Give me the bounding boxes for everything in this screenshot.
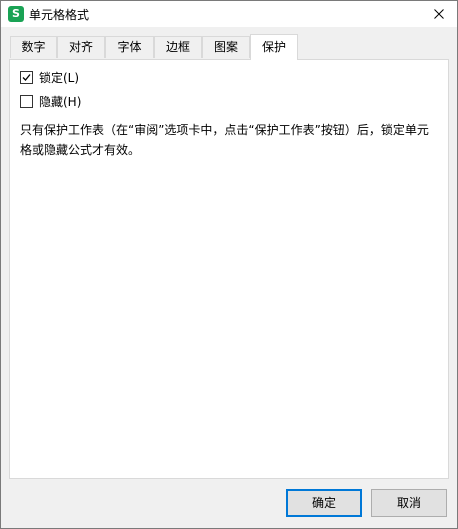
locked-label: 锁定(L) [39,70,80,85]
tab-protection[interactable]: 保护 [250,34,298,60]
locked-checkbox[interactable] [20,70,33,84]
hidden-checkbox[interactable] [20,94,33,108]
cancel-button[interactable]: 取消 [371,489,447,517]
dialog-title: 单元格格式 [29,8,90,22]
format-cells-dialog: S 单元格格式 数字 对齐 字体 边框 图案 保护 锁定(L) 隐藏(H) 只有… [0,0,458,529]
tab-alignment[interactable]: 对齐 [57,36,105,58]
hidden-option[interactable]: 隐藏(H) [20,93,81,109]
tab-border[interactable]: 边框 [154,36,202,58]
close-icon [434,9,444,19]
tab-patterns[interactable]: 图案 [202,36,250,58]
close-button[interactable] [421,1,457,27]
checkmark-icon [22,73,31,81]
protection-panel: 锁定(L) 隐藏(H) 只有保护工作表（在“审阅”选项卡中，点击“保护工作表”按… [9,59,449,479]
title-bar: S 单元格格式 [1,1,457,27]
tab-font[interactable]: 字体 [105,36,154,58]
locked-option[interactable]: 锁定(L) [20,69,79,85]
wps-spreadsheet-icon: S [8,6,24,22]
tab-number[interactable]: 数字 [10,36,57,58]
ok-button[interactable]: 确定 [286,489,362,517]
protection-description: 只有保护工作表（在“审阅”选项卡中，点击“保护工作表”按钮）后，锁定单元格或隐藏… [20,123,429,157]
hidden-label: 隐藏(H) [39,94,82,109]
